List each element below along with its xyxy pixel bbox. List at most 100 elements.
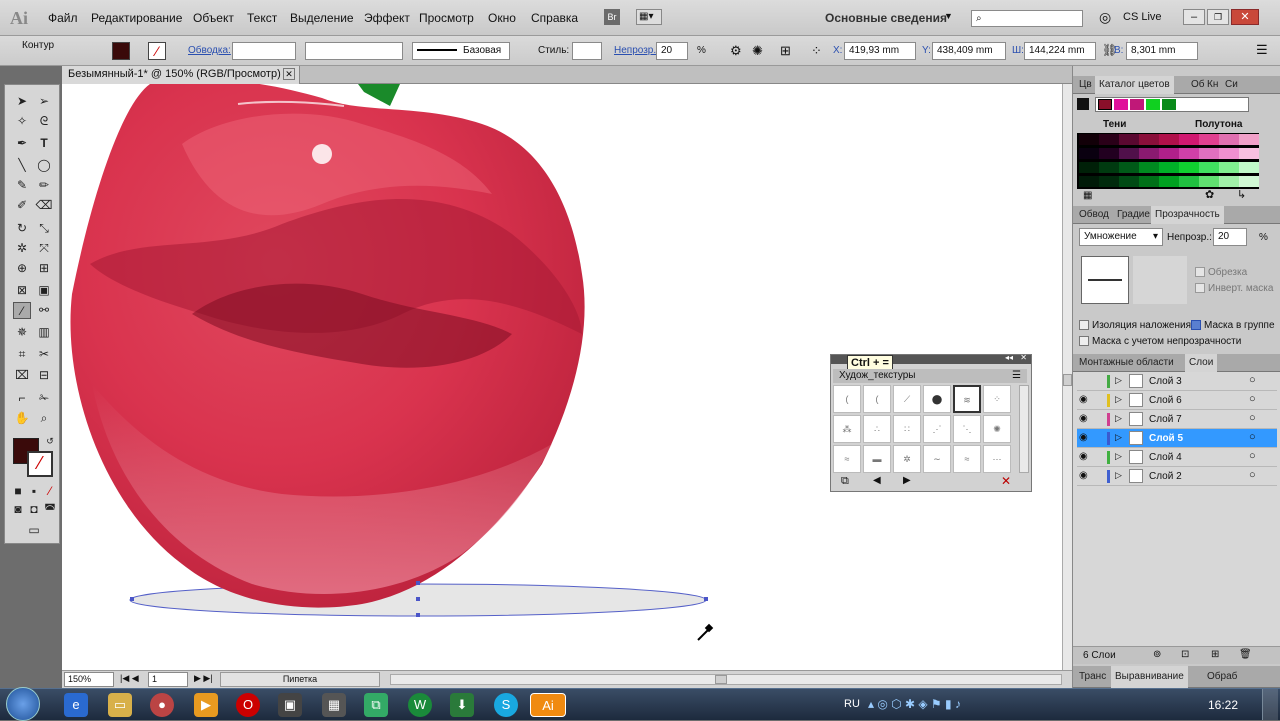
layer-row[interactable]: ◉ ▷ Слой 4 ○	[1077, 448, 1277, 467]
color-variation-swatch[interactable]	[1139, 148, 1159, 159]
menu-file[interactable]: Файл	[48, 11, 78, 25]
expand-arrow-icon[interactable]: ▷	[1115, 432, 1122, 443]
x-field[interactable]: 419,93 mm	[844, 42, 916, 60]
layer-name[interactable]: Слой 5	[1149, 433, 1183, 444]
horizontal-scrollbar[interactable]	[390, 674, 1062, 685]
color-variation-swatch[interactable]	[1219, 134, 1239, 145]
brush-swatch[interactable]: ⟋	[893, 385, 921, 413]
magic-wand-tool-icon[interactable]: ✧	[13, 113, 31, 130]
anchor-point-top[interactable]	[416, 581, 420, 585]
tab-gradient[interactable]: Градие	[1117, 209, 1150, 220]
tray-icons[interactable]: ▴ ◎ ⬡ ✱ ◈ ⚑ ▮ ♪	[868, 697, 961, 711]
tab-color[interactable]: Цв	[1079, 79, 1092, 90]
zoom-field[interactable]: 150%	[64, 672, 114, 687]
chevron-down-icon[interactable]: ▼	[944, 11, 953, 21]
visibility-eye-icon[interactable]: ◉	[1079, 451, 1088, 462]
locate-object-icon[interactable]: ⊚	[1153, 649, 1161, 660]
stroke-label[interactable]: Обводка:	[188, 45, 231, 56]
draw-inside-icon[interactable]: ◚	[41, 501, 59, 518]
color-variation-swatch[interactable]	[1079, 162, 1099, 173]
mesh-tool-icon[interactable]: ⊠	[13, 282, 31, 299]
color-variation-swatch[interactable]	[1219, 148, 1239, 159]
brush-definition-dropdown[interactable]: Базовая	[412, 42, 510, 60]
minimize-button[interactable]: –	[1183, 9, 1205, 25]
tab-layers[interactable]: Слои	[1185, 354, 1218, 372]
color-variation-grid[interactable]	[1077, 133, 1259, 189]
transparency-opacity-field[interactable]: 20	[1213, 228, 1247, 246]
color-variation-swatch[interactable]	[1239, 148, 1259, 159]
scale-tool-icon[interactable]: ⤡	[35, 220, 53, 237]
hscroll-thumb[interactable]	[715, 675, 727, 684]
menu-text[interactable]: Текст	[247, 11, 277, 25]
color-variation-swatch[interactable]	[1079, 148, 1099, 159]
color-variation-swatch[interactable]	[1119, 176, 1139, 187]
next-library-icon[interactable]: ▶	[903, 475, 911, 486]
sun-icon[interactable]: ✺	[752, 43, 763, 59]
stroke-swatch[interactable]: ⁄	[27, 451, 53, 477]
object-thumbnail[interactable]	[1081, 256, 1129, 304]
lasso-tool-icon[interactable]: ᘓ	[35, 113, 53, 130]
pencil-tool-icon[interactable]: ✏	[35, 177, 53, 194]
color-variation-swatch[interactable]	[1179, 162, 1199, 173]
clip-checkbox[interactable]	[1195, 267, 1205, 277]
layer-row[interactable]: ◉ ▷ Слой 6 ○	[1077, 391, 1277, 410]
menu-edit[interactable]: Редактирование	[91, 11, 182, 25]
media-icon[interactable]: ●	[150, 693, 174, 717]
tab-transform[interactable]: Транс	[1079, 671, 1106, 682]
menu-object[interactable]: Объект	[193, 11, 234, 25]
eraser-alt-tool-icon[interactable]: ⌧	[13, 367, 31, 384]
tab-pathfinder[interactable]: Обраб	[1207, 671, 1237, 682]
brush-swatch[interactable]: ✲	[893, 445, 921, 473]
color-variation-swatch[interactable]	[1099, 176, 1119, 187]
color-variation-swatch[interactable]	[1139, 134, 1159, 145]
color-variation-swatch[interactable]	[1199, 134, 1219, 145]
brush-swatch[interactable]: ≈	[833, 445, 861, 473]
graph-tool-icon[interactable]: ▥	[35, 324, 53, 341]
expand-arrow-icon[interactable]: ▷	[1115, 394, 1122, 405]
rotate-tool-icon[interactable]: ↻	[13, 220, 31, 237]
color-variation-swatch[interactable]	[1159, 162, 1179, 173]
color-variation-swatch[interactable]	[1159, 176, 1179, 187]
app-icon[interactable]: ▣	[278, 693, 302, 717]
type-tool-icon[interactable]: T	[35, 135, 53, 152]
calc-icon[interactable]: ▦	[322, 693, 346, 717]
color-variation-swatch[interactable]	[1119, 148, 1139, 159]
artboard-number-field[interactable]: 1	[148, 672, 188, 687]
cs-live-menu[interactable]: CS Live	[1123, 11, 1162, 23]
grid-icon[interactable]: ▦	[1083, 190, 1092, 201]
close-tab-icon[interactable]: ✕	[283, 68, 295, 80]
opacity-label[interactable]: Непрозр.:	[614, 45, 659, 56]
scroll-thumb[interactable]	[1063, 374, 1072, 386]
reference-point-icon[interactable]: ⁘	[811, 43, 822, 59]
color-variation-swatch[interactable]	[1179, 134, 1199, 145]
recolor-icon[interactable]: ⚙	[730, 43, 742, 59]
remove-brush-icon[interactable]: ✕	[1001, 474, 1011, 488]
collapse-icon[interactable]: ◂◂	[1005, 353, 1013, 362]
brush-swatch[interactable]: ⋰	[923, 415, 951, 443]
menu-icon[interactable]: ☰	[1012, 370, 1021, 381]
isolate-blending-checkbox[interactable]	[1079, 320, 1089, 330]
color-variation-swatch[interactable]	[1079, 134, 1099, 145]
opera-icon[interactable]: O	[236, 693, 260, 717]
target-circle-icon[interactable]: ○	[1249, 450, 1256, 462]
knockout-group-checkbox[interactable]	[1191, 320, 1201, 330]
layer-row[interactable]: ◉ ▷ Слой 2 ○	[1077, 467, 1277, 486]
next-page-icon[interactable]: ▶ ▶|	[194, 673, 213, 684]
perspective-grid-tool-icon[interactable]: ⊞	[35, 260, 53, 277]
variable-width-dropdown[interactable]	[305, 42, 403, 60]
visibility-eye-icon[interactable]: ◉	[1079, 470, 1088, 481]
ellipse-tool-icon[interactable]: ◯	[35, 157, 53, 174]
save-group-icon[interactable]: ↳	[1237, 188, 1246, 201]
status-tool-readout[interactable]: Пипетка	[220, 672, 380, 687]
color-variation-swatch[interactable]	[1219, 176, 1239, 187]
ie-icon[interactable]: e	[64, 693, 88, 717]
color-variation-swatch[interactable]	[1199, 148, 1219, 159]
clock[interactable]: 16:22	[1208, 698, 1238, 712]
bridge-button[interactable]: Br	[604, 9, 620, 25]
base-color-swatch[interactable]	[1077, 98, 1089, 110]
crop-tool-icon[interactable]: ⌐	[13, 390, 31, 407]
anchor-point-left[interactable]	[130, 597, 134, 601]
menu-view[interactable]: Просмотр	[419, 11, 474, 25]
menu-window[interactable]: Окно	[488, 11, 516, 25]
tab-ob[interactable]: Об	[1191, 79, 1205, 90]
